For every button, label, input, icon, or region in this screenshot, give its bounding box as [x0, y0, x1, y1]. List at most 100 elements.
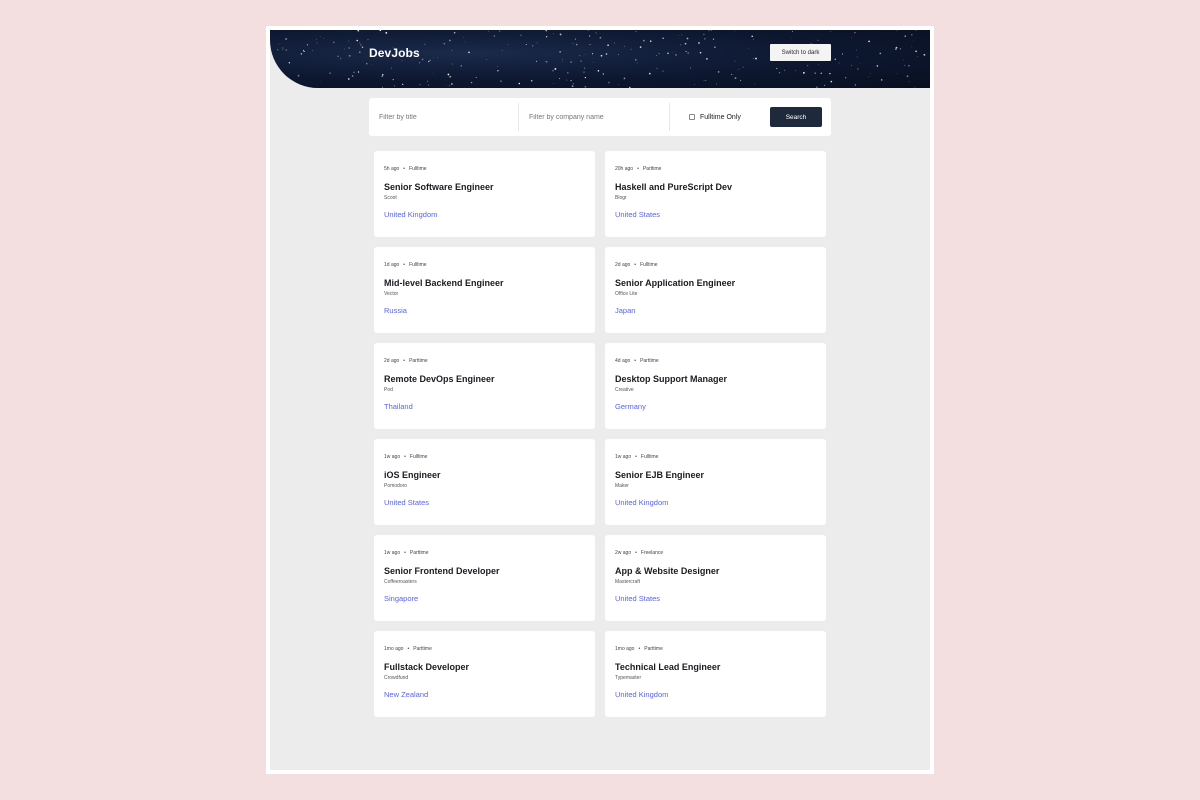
posted-time: 2w ago: [615, 550, 632, 556]
posted-time: 1mo ago: [384, 646, 404, 652]
company-name: Maker: [615, 483, 629, 489]
job-title[interactable]: Technical Lead Engineer: [615, 662, 720, 672]
separator-dot: •: [637, 166, 639, 172]
job-meta: 2d ago • Parttime: [384, 358, 428, 364]
posted-time: 1w ago: [615, 454, 632, 460]
job-meta: 2d ago • Fulltime: [615, 262, 658, 268]
job-card[interactable]: 1mo ago • Parttime Technical Lead Engineer T…: [605, 631, 826, 717]
app-frame: DevJobs Switch to dark Fulltime Only Sea…: [266, 26, 934, 774]
contract-type: Parttime: [642, 166, 662, 172]
contract-type: Fulltime: [409, 262, 427, 268]
job-location: Russia: [384, 306, 407, 315]
job-meta: 20h ago • Parttime: [615, 166, 661, 172]
job-card[interactable]: 2w ago • Freelance App & Website Designer Ma…: [605, 535, 826, 621]
job-meta: 1w ago • Fulltime: [384, 454, 427, 460]
separator-dot: •: [403, 358, 406, 364]
job-location: United Kingdom: [615, 498, 669, 507]
contract-type: Fulltime: [640, 454, 659, 460]
job-title[interactable]: Mid-level Backend Engineer: [384, 278, 504, 288]
separator-dot: •: [404, 454, 406, 460]
separator-dot: •: [638, 646, 641, 652]
job-title[interactable]: Haskell and PureScript Dev: [615, 182, 732, 192]
company-name: Office Lite: [615, 291, 638, 297]
job-title[interactable]: Senior Software Engineer: [384, 182, 494, 192]
filter-bar: Fulltime Only Search: [369, 98, 831, 136]
fulltime-label: Fulltime Only: [700, 113, 741, 121]
contract-type: Parttime: [413, 646, 432, 652]
posted-time: 1mo ago: [615, 646, 635, 652]
logo[interactable]: DevJobs: [369, 46, 420, 60]
job-title[interactable]: Senior Application Engineer: [615, 278, 735, 288]
separator-dot: •: [407, 646, 410, 652]
company-name: Crowdfund: [384, 675, 409, 681]
job-card[interactable]: 2d ago • Fulltime Senior Application Engine…: [605, 247, 826, 333]
job-meta: 1w ago • Parttime: [384, 550, 429, 556]
job-meta: 1mo ago • Parttime: [615, 646, 663, 652]
posted-time: 20h ago: [615, 166, 634, 172]
company-name: Mastercraft: [615, 579, 641, 585]
header: DevJobs Switch to dark: [270, 30, 930, 88]
job-card[interactable]: 4d ago • Parttime Desktop Support Manager Cr…: [605, 343, 826, 429]
posted-time: 5h ago: [384, 166, 400, 172]
posted-time: 2d ago: [615, 262, 631, 268]
contract-type: Freelance: [640, 550, 664, 556]
separator-dot: •: [635, 454, 637, 460]
job-title[interactable]: Remote DevOps Engineer: [384, 374, 495, 384]
job-card[interactable]: 1mo ago • Parttime Fullstack Developer Crowd…: [374, 631, 595, 717]
job-location: Germany: [615, 402, 646, 411]
company-name: Pomodoro: [384, 483, 408, 489]
separator-dot: •: [403, 166, 406, 172]
job-title[interactable]: iOS Engineer: [384, 470, 441, 480]
contract-type: Parttime: [640, 358, 659, 364]
job-location: Thailand: [384, 402, 413, 411]
job-card[interactable]: 2d ago • Parttime Remote DevOps Engineer Pod…: [374, 343, 595, 429]
company-name: Scoot: [384, 195, 397, 201]
job-card[interactable]: 1w ago • Fulltime Senior EJB Engineer Maker U…: [605, 439, 826, 525]
job-card[interactable]: 5h ago • Fulltime Senior Software Engineer S…: [374, 151, 595, 237]
posted-time: 4d ago: [615, 358, 631, 364]
separator-dot: •: [404, 550, 406, 556]
separator-dot: •: [634, 262, 637, 268]
job-meta: 4d ago • Parttime: [615, 358, 659, 364]
job-card[interactable]: 1w ago • Parttime Senior Frontend Developer…: [374, 535, 595, 621]
company-filter-input[interactable]: [519, 103, 670, 131]
job-card[interactable]: 1w ago • Fulltime iOS Engineer Pomodoro Unite…: [374, 439, 595, 525]
fulltime-checkbox[interactable]: [689, 114, 695, 120]
job-meta: 1w ago • Fulltime: [615, 454, 658, 460]
company-name: Typemaster: [615, 675, 642, 681]
contract-type: Parttime: [644, 646, 663, 652]
job-card[interactable]: 20h ago • Parttime Haskell and PureScript D…: [605, 151, 826, 237]
company-name: Creative: [615, 387, 634, 393]
fulltime-toggle[interactable]: Fulltime Only: [689, 114, 770, 121]
job-location: United States: [384, 498, 430, 507]
posted-time: 2d ago: [384, 358, 400, 364]
job-location: United Kingdom: [615, 690, 669, 699]
contract-type: Parttime: [409, 358, 428, 364]
job-location: Singapore: [384, 594, 419, 603]
separator-dot: •: [403, 262, 406, 268]
title-filter-input[interactable]: [369, 103, 519, 131]
job-location: Japan: [615, 306, 636, 315]
job-location: New Zealand: [384, 690, 429, 699]
company-name: Vector: [384, 291, 399, 297]
job-location: United Kingdom: [384, 210, 438, 219]
company-name: Coffeeroasters: [384, 579, 417, 585]
posted-time: 1w ago: [384, 454, 401, 460]
job-location: United States: [615, 210, 661, 219]
job-title[interactable]: Fullstack Developer: [384, 662, 469, 672]
job-meta: 2w ago • Freelance: [615, 550, 663, 556]
app-viewport: DevJobs Switch to dark Fulltime Only Sea…: [270, 30, 930, 770]
separator-dot: •: [634, 358, 637, 364]
search-button[interactable]: Search: [770, 107, 822, 127]
company-name: Pod: [384, 387, 393, 393]
posted-time: 1d ago: [384, 262, 400, 268]
job-card[interactable]: 1d ago • Fulltime Mid-level Backend Enginee…: [374, 247, 595, 333]
job-title[interactable]: Senior EJB Engineer: [615, 470, 704, 480]
job-title[interactable]: App & Website Designer: [615, 566, 719, 576]
job-title[interactable]: Desktop Support Manager: [615, 374, 727, 384]
job-meta: 1d ago • Fulltime: [384, 262, 427, 268]
switch-theme-button[interactable]: Switch to dark: [770, 44, 831, 61]
contract-type: Fulltime: [640, 262, 658, 268]
job-title[interactable]: Senior Frontend Developer: [384, 566, 500, 576]
job-location: United States: [615, 594, 661, 603]
